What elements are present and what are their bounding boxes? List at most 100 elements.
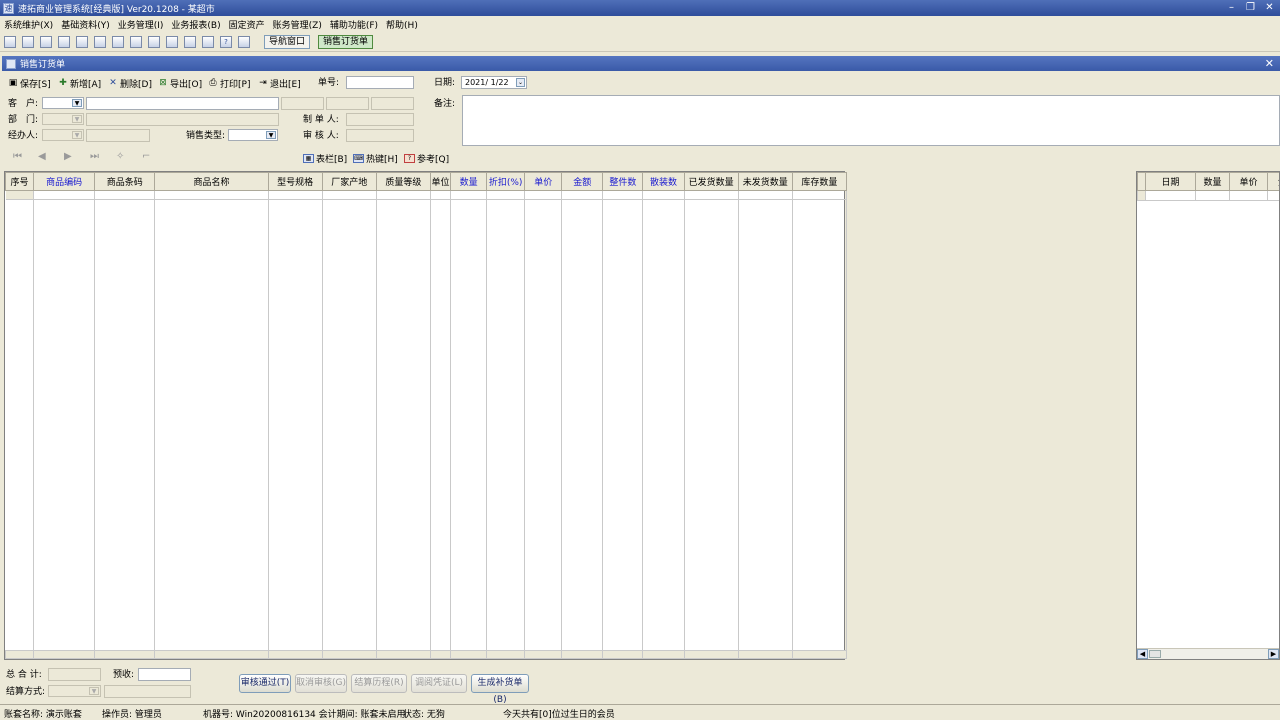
reference-button[interactable]: ? 参考[Q] <box>404 152 449 165</box>
chart-icon[interactable] <box>130 36 142 48</box>
col-price[interactable]: 单价 <box>524 172 563 191</box>
col-grade[interactable]: 质量等级 <box>375 172 431 191</box>
prev-record-icon[interactable]: ◀ <box>38 151 46 162</box>
hotkey-button[interactable]: ⌨ 热键[H] <box>353 152 398 165</box>
history-hscroll[interactable]: ◀ ▶ <box>1137 648 1279 659</box>
truck-icon[interactable] <box>94 36 106 48</box>
doc-icon <box>6 58 16 69</box>
list-icon[interactable] <box>22 36 34 48</box>
generate-replenish-button[interactable]: 生成补货单(B) <box>471 674 529 705</box>
hist-col-price[interactable]: 单价 <box>1229 172 1268 191</box>
hist-col-qty[interactable]: 数量 <box>1195 172 1230 191</box>
export-button[interactable]: ⊠ 导出[O] <box>158 76 202 90</box>
nav-window-button[interactable]: 导航窗口 <box>264 35 311 49</box>
col-amount[interactable]: 金额 <box>561 172 604 191</box>
col-whole-pieces[interactable]: 整件数 <box>602 172 644 191</box>
insert-row-icon[interactable]: ✧ <box>116 151 124 162</box>
menu-system[interactable]: 系统维护(X) <box>4 18 53 31</box>
hist-col-date[interactable]: 日期 <box>1145 172 1196 191</box>
exit-button[interactable]: ⇥ 退出[E] <box>258 76 301 90</box>
delete-button[interactable]: ✕ 删除[D] <box>108 76 152 90</box>
sales-order-tab[interactable]: 销售订货单 <box>318 35 374 49</box>
package-icon[interactable] <box>148 36 160 48</box>
menu-basic-data[interactable]: 基础资料(Y) <box>61 18 110 31</box>
col-unit[interactable]: 单位 <box>429 172 452 191</box>
col-barcode[interactable]: 商品条码 <box>94 172 156 191</box>
col-product-name[interactable]: 商品名称 <box>154 172 269 191</box>
add-button[interactable]: ✚ 新增[A] <box>58 76 101 90</box>
date-input[interactable]: 2021/ 1/22 ⌄ <box>461 76 527 89</box>
scroll-right-icon[interactable]: ▶ <box>1268 649 1279 659</box>
date-picker-icon[interactable]: ⌄ <box>516 78 525 87</box>
chevron-down-icon: ▼ <box>72 115 82 123</box>
handler-dropdown[interactable]: ▼ <box>42 129 84 141</box>
settle-history-button[interactable]: 结算历程(R) <box>351 674 407 693</box>
new-doc-icon[interactable] <box>4 36 16 48</box>
col-origin[interactable]: 厂家产地 <box>321 172 377 191</box>
print-button[interactable]: ⎙ 打印[P] <box>208 76 250 90</box>
excel-icon: ⊠ <box>159 78 167 88</box>
order-no-label: 单号: <box>318 78 340 88</box>
dept-dropdown[interactable]: ▼ <box>42 113 84 125</box>
menu-tools[interactable]: 辅助功能(F) <box>330 18 378 31</box>
col-spec[interactable]: 型号规格 <box>267 172 323 191</box>
columns-button[interactable]: ▦ 表栏[B] <box>303 152 347 165</box>
copy-icon[interactable] <box>40 36 52 48</box>
monitor-icon[interactable] <box>76 36 88 48</box>
remark-label: 备注: <box>434 99 456 109</box>
cancel-approve-button[interactable]: 取消审核(G) <box>295 674 347 693</box>
col-unshipped-qty[interactable]: 未发货数量 <box>737 172 793 191</box>
users-icon[interactable] <box>112 36 124 48</box>
help-icon[interactable]: ? <box>220 36 232 48</box>
close-icon[interactable]: ✕ <box>1263 2 1276 13</box>
grid-header-row: 序号 商品编码 商品条码 商品名称 型号规格 厂家产地 质量等级 单位 数量 折… <box>4 172 848 191</box>
prepaid-input[interactable] <box>138 668 191 681</box>
menu-fixed-assets[interactable]: 固定资产 <box>229 18 265 31</box>
remark-textarea[interactable] <box>462 95 1280 146</box>
minimize-icon[interactable]: – <box>1225 2 1238 13</box>
approve-button[interactable]: 审核通过(T) <box>239 674 291 693</box>
settle-method-dropdown[interactable]: ▼ <box>48 685 101 697</box>
total-label: 总 合 计: <box>6 670 42 680</box>
next-record-icon[interactable]: ▶ <box>64 151 72 162</box>
printer-icon[interactable] <box>202 36 214 48</box>
plus-icon: ✚ <box>59 78 67 88</box>
first-record-icon[interactable]: ⏮ <box>13 151 22 162</box>
customer-dropdown[interactable]: ▼ <box>42 97 84 109</box>
sheet-icon[interactable] <box>58 36 70 48</box>
menu-help[interactable]: 帮助(H) <box>386 18 418 31</box>
child-window-title-bar: 销售订货单 ✕ <box>2 56 1280 71</box>
child-close-icon[interactable]: ✕ <box>1265 56 1274 71</box>
menu-accounts[interactable]: 账务管理(Z) <box>273 18 322 31</box>
chevron-down-icon: ▼ <box>72 99 82 107</box>
save-button[interactable]: ▣ 保存[S] <box>8 76 51 90</box>
delete-row-icon[interactable]: ⌐ <box>142 151 150 162</box>
col-product-code[interactable]: 商品编码 <box>33 172 96 191</box>
table-row[interactable] <box>1137 190 1279 201</box>
total-field <box>48 668 101 681</box>
table-row[interactable] <box>5 190 848 200</box>
col-loose-pieces[interactable]: 散装数 <box>642 172 685 191</box>
customer-name-field[interactable] <box>86 97 279 110</box>
col-quantity[interactable]: 数量 <box>450 172 488 191</box>
col-shipped-qty[interactable]: 已发货数量 <box>683 172 739 191</box>
exit-icon[interactable] <box>238 36 250 48</box>
last-record-icon[interactable]: ⏭ <box>90 151 99 162</box>
scroll-thumb[interactable] <box>1149 650 1161 658</box>
view-voucher-button[interactable]: 调阅凭证(L) <box>411 674 467 693</box>
scroll-left-icon[interactable]: ◀ <box>1137 649 1148 659</box>
col-stock-qty[interactable]: 库存数量 <box>791 172 848 191</box>
order-no-input[interactable] <box>346 76 414 89</box>
hist-col-amount[interactable]: 金 <box>1267 172 1279 191</box>
col-discount[interactable]: 折扣(%) <box>486 172 526 191</box>
col-seq[interactable]: 序号 <box>4 172 35 191</box>
disk-icon[interactable] <box>184 36 196 48</box>
status-state: 状态: 无狗 <box>403 710 445 720</box>
sales-type-dropdown[interactable]: ▼ <box>228 129 278 141</box>
menu-business[interactable]: 业务管理(I) <box>118 18 164 31</box>
restore-icon[interactable]: ❐ <box>1244 2 1257 13</box>
calculator-icon[interactable] <box>166 36 178 48</box>
history-grid[interactable]: 日期 数量 单价 金 ◀ ▶ <box>1136 171 1280 660</box>
order-lines-grid[interactable]: 序号 商品编码 商品条码 商品名称 型号规格 厂家产地 质量等级 单位 数量 折… <box>4 171 848 660</box>
menu-reports[interactable]: 业务报表(B) <box>171 18 220 31</box>
